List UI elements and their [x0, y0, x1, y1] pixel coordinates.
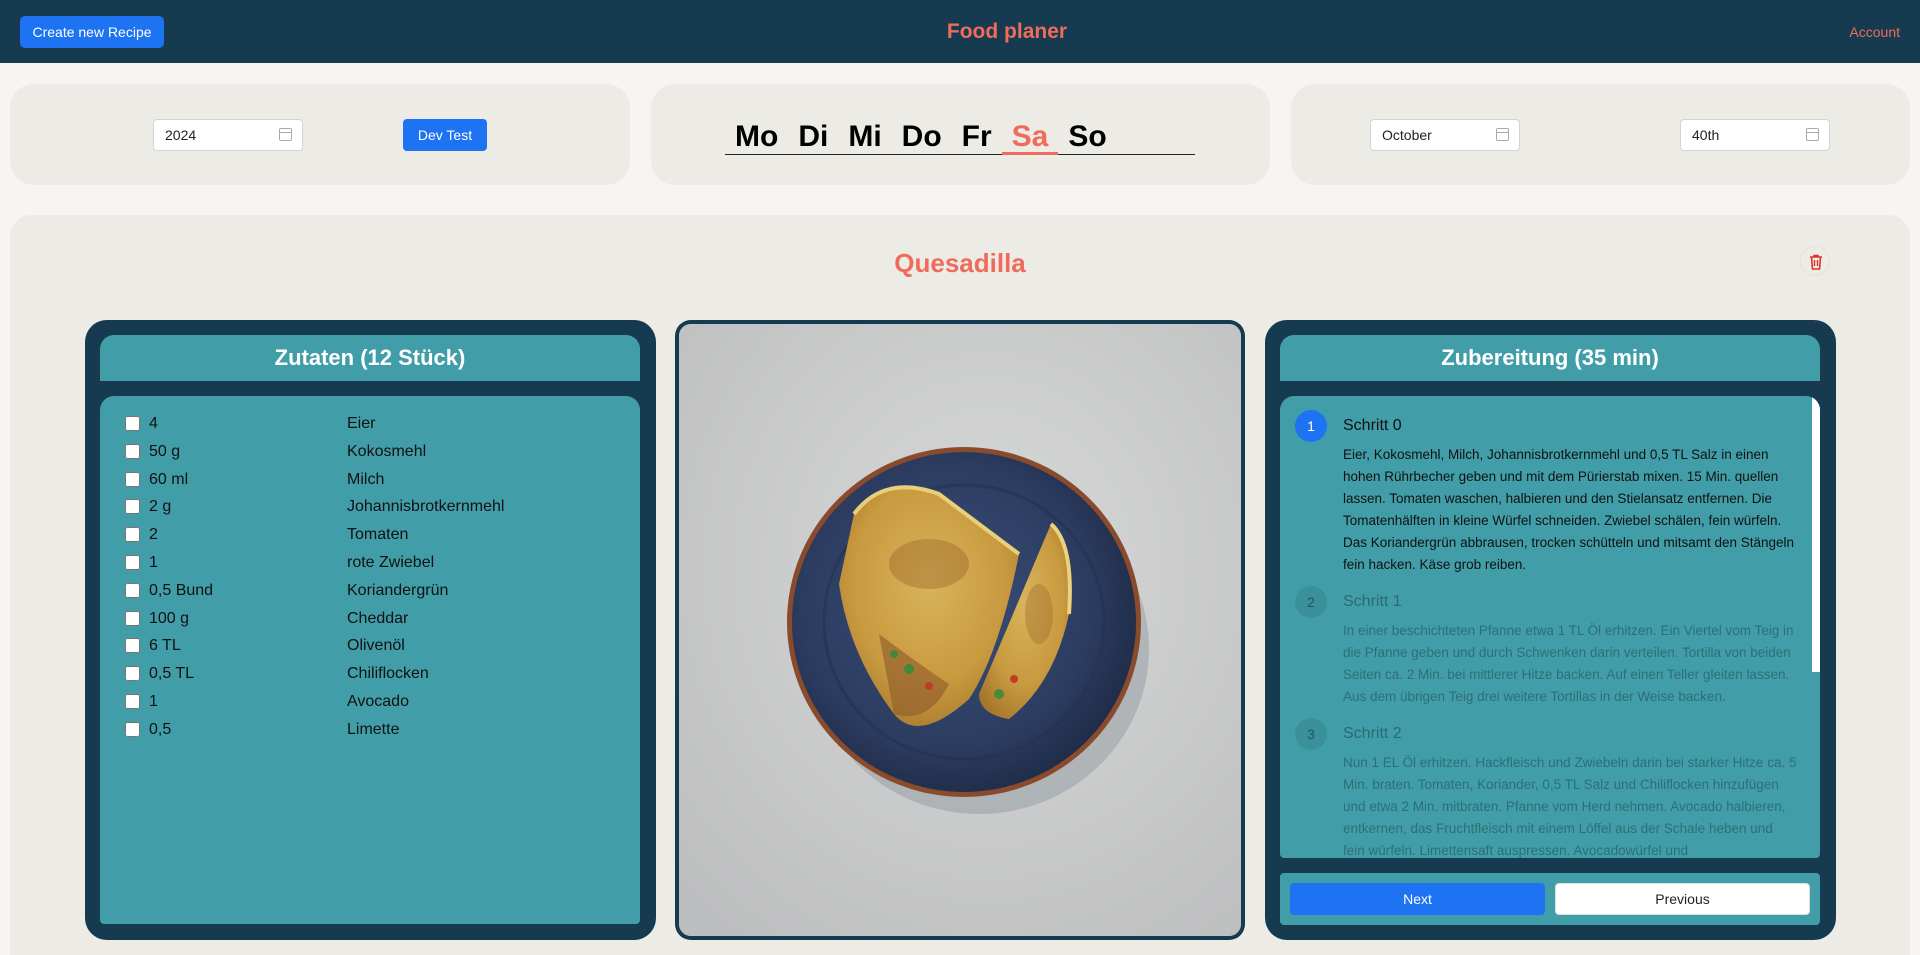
- app-title: Food planer: [946, 20, 1068, 43]
- calendar-icon[interactable]: [279, 128, 292, 141]
- trash-icon: [1810, 254, 1822, 270]
- day-tab-sa[interactable]: Sa: [1001, 118, 1059, 155]
- ingredient-row: 4 Eier: [125, 413, 625, 435]
- ingredient-quantity: 1: [149, 554, 158, 571]
- ingredient-name: Johannisbrotkernmehl: [347, 498, 505, 516]
- ingredient-name: Cheddar: [347, 609, 409, 627]
- ingredient-quantity: 100 g: [149, 609, 190, 627]
- ingredient-row: 0,5 TL Chiliflocken: [125, 663, 625, 685]
- step-description: Nun 1 EL Öl erhitzen. Hackfleisch und Zw…: [1343, 755, 1797, 858]
- next-button[interactable]: Next: [1290, 883, 1545, 915]
- preparation-heading: Zubereitung (35 min): [1280, 335, 1820, 381]
- ingredient-quantity: 2: [149, 526, 158, 544]
- ingredient-checkbox[interactable]: [125, 416, 140, 431]
- ingredient-quantity: 4: [149, 415, 158, 432]
- ingredient-checkbox[interactable]: [125, 499, 140, 515]
- day-tab-mi[interactable]: Mi: [838, 118, 891, 155]
- ingredient-quantity: 0,5: [149, 720, 172, 738]
- day-tab-di[interactable]: Di: [788, 118, 838, 155]
- ingredient-quantity: 2 g: [149, 498, 172, 516]
- recipe-image-frame: [675, 320, 1245, 940]
- ingredient-checkbox[interactable]: [125, 555, 140, 570]
- previous-button[interactable]: Previous: [1555, 883, 1810, 915]
- ingredient-quantity: 50 g: [149, 442, 181, 460]
- steps-scrollbar[interactable]: [1812, 396, 1820, 672]
- month-value: October: [1382, 127, 1432, 143]
- recipe-title: Quesadilla: [894, 248, 1026, 278]
- ingredient-name: Olivenöl: [347, 637, 405, 655]
- step-description: In einer beschichteten Pfanne etwa 1 TL …: [1343, 623, 1794, 704]
- ingredient-quantity: 0,5 TL: [149, 665, 195, 683]
- ingredients-list: 4 Eier 50 g Kokosmehl 60 ml Milch 2 g Johannisb…: [100, 396, 640, 924]
- ingredient-name: Limette: [347, 720, 400, 738]
- day-tab-so[interactable]: So: [1058, 118, 1116, 155]
- calendar-icon[interactable]: [1496, 128, 1509, 141]
- week-picker[interactable]: 40th: [1680, 119, 1830, 151]
- dev-test-button[interactable]: Dev Test: [403, 119, 487, 151]
- ingredient-name: Koriandergrün: [347, 581, 449, 599]
- year-value: 2024: [165, 127, 197, 143]
- ingredient-quantity: 1: [149, 693, 158, 710]
- ingredient-checkbox[interactable]: [125, 582, 140, 598]
- ingredient-name: Tomaten: [347, 526, 409, 544]
- weekday-panel: Mo Di Mi Do Fr Sa So: [651, 84, 1270, 185]
- step-description: Eier, Kokosmehl, Milch, Johannisbrotkern…: [1343, 447, 1795, 572]
- ingredient-quantity: 6 TL: [149, 637, 181, 655]
- ingredient-row: 1 Avocado: [125, 691, 625, 713]
- step-title: Schritt 2: [1343, 725, 1402, 742]
- step-title: Schritt 1: [1343, 593, 1402, 610]
- month-week-panel: October 40th: [1291, 84, 1910, 185]
- ingredient-name: Eier: [347, 415, 376, 432]
- day-tab-mo[interactable]: Mo: [725, 118, 788, 155]
- ingredients-heading: Zutaten (12 Stück): [100, 335, 640, 381]
- ingredient-row: 6 TL Olivenöl: [125, 635, 625, 657]
- month-picker[interactable]: October: [1370, 119, 1520, 151]
- ingredient-checkbox[interactable]: [125, 666, 140, 682]
- calendar-icon[interactable]: [1806, 128, 1819, 141]
- preparation-panel: Zubereitung (35 min) 1 Schritt 0 Eier, Kok…: [1265, 320, 1836, 940]
- ingredient-name: Milch: [347, 470, 385, 488]
- step-number: 1: [1295, 410, 1327, 442]
- step-number: 2: [1295, 586, 1327, 618]
- delete-recipe-button[interactable]: [1800, 246, 1830, 276]
- ingredient-quantity: 0,5 Bund: [149, 581, 214, 599]
- day-tab-fr[interactable]: Fr: [952, 118, 1002, 155]
- weekday-tabs: Mo Di Mi Do Fr Sa So: [725, 118, 1195, 155]
- ingredients-panel: Zutaten (12 Stück) 4 Eier 50 g Kokosmehl 60 …: [85, 320, 656, 940]
- day-tab-do[interactable]: Do: [892, 118, 952, 155]
- ingredient-name: Kokosmehl: [347, 442, 427, 460]
- ingredient-row: 2 Tomaten: [125, 524, 625, 546]
- ingredient-checkbox[interactable]: [125, 471, 140, 487]
- ingredient-row: 50 g Kokosmehl: [125, 441, 625, 463]
- ingredient-row: 1 rote Zwiebel: [125, 552, 625, 574]
- step-navigation: Next Previous: [1280, 873, 1820, 925]
- week-value: 40th: [1692, 127, 1720, 143]
- ingredient-checkbox[interactable]: [125, 721, 140, 737]
- steps-list[interactable]: 1 Schritt 0 Eier, Kokosmehl, Milch, Johann…: [1280, 396, 1820, 858]
- ingredient-checkbox[interactable]: [125, 694, 140, 709]
- ingredient-quantity: 60 ml: [149, 470, 189, 488]
- ingredient-checkbox[interactable]: [125, 443, 140, 459]
- step-item[interactable]: 1 Schritt 0 Eier, Kokosmehl, Milch, Johann…: [1295, 410, 1795, 610]
- step-title: Schritt 0: [1343, 417, 1402, 434]
- step-item[interactable]: 3 Schritt 2 Nun 1 EL Öl erhitzen. Hackflei…: [1295, 718, 1797, 858]
- ingredient-row: 0,5 Bund Koriandergrün: [125, 580, 625, 602]
- ingredient-name: rote Zwiebel: [347, 554, 435, 571]
- ingredient-row: 100 g Cheddar: [125, 608, 625, 630]
- ingredient-checkbox[interactable]: [125, 610, 140, 626]
- recipe-image: [679, 324, 1241, 936]
- year-panel: 2024 Dev Test: [10, 84, 630, 185]
- ingredient-row: 2 g Johannisbrotkernmehl: [125, 496, 625, 518]
- step-number: 3: [1295, 718, 1327, 750]
- ingredient-checkbox[interactable]: [125, 638, 140, 654]
- ingredient-name: Chiliflocken: [347, 665, 429, 683]
- ingredient-row: 60 ml Milch: [125, 469, 625, 491]
- year-picker[interactable]: 2024: [153, 119, 303, 151]
- ingredient-checkbox[interactable]: [125, 527, 140, 543]
- ingredient-name: Avocado: [347, 693, 409, 710]
- ingredient-row: 0,5 Limette: [125, 719, 625, 741]
